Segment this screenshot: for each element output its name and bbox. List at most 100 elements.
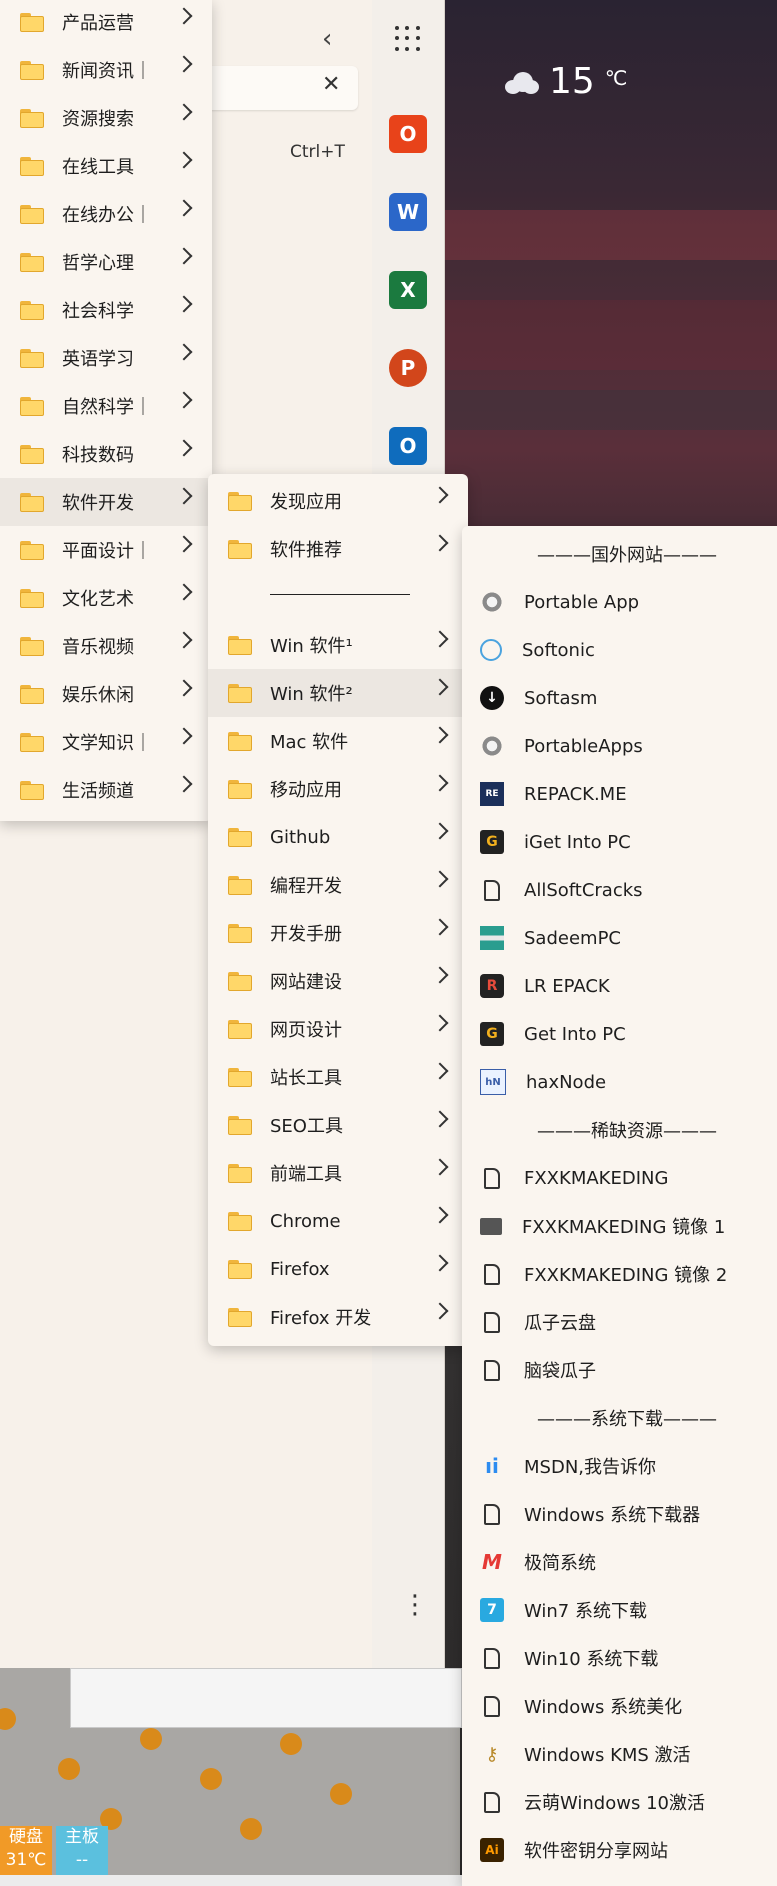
section-heading: ———国外网站——— [537,545,717,566]
menu-item-bottom-2[interactable]: Mac 软件 [208,717,468,765]
bookmark-link-20[interactable]: Win10 系统下载 [462,1634,777,1682]
bookmark-link-23[interactable]: 云萌Windows 10激活 [462,1778,777,1826]
menu-item-4[interactable]: 在线办公｜ [0,190,212,238]
back-chevron-icon[interactable]: ‹ [322,24,332,54]
menu-item-bottom-14[interactable]: Firefox 开发 [208,1293,468,1341]
bookmark-link-7[interactable]: SadeemPC [462,914,777,962]
menu-item-bottom-3[interactable]: 移动应用 [208,765,468,813]
menu-item-13[interactable]: 音乐视频 [0,622,212,670]
word-icon[interactable]: W [389,193,427,231]
haxnode-icon: hN [480,1069,506,1095]
menu-item-bottom-13[interactable]: Firefox [208,1245,468,1293]
bookmark-link-10[interactable]: hN haxNode [462,1058,777,1106]
bookmark-link-13[interactable]: FXXKMAKEDING 镜像 2 [462,1250,777,1298]
folder-icon [228,1259,252,1279]
page-icon [484,1167,500,1189]
chevron-right-icon [175,391,193,409]
menu-item-8[interactable]: 自然科学｜ [0,382,212,430]
menu-item-6[interactable]: 社会科学 [0,286,212,334]
menu-item-2[interactable]: 资源搜索 [0,94,212,142]
key-icon: ⚷ [485,1743,499,1765]
bookmark-link-12[interactable]: FXXKMAKEDING 镜像 1 [462,1202,777,1250]
menu-item-bottom-7[interactable]: 网站建设 [208,957,468,1005]
menu-item-9[interactable]: 科技数码 [0,430,212,478]
folder-icon [20,684,44,704]
weather-widget[interactable]: 15 ℃ [505,60,627,104]
chevron-right-icon [175,775,193,793]
menu-item-1[interactable]: 新闻资讯｜ [0,46,212,94]
menu-item-0[interactable]: 产品运营 [0,0,212,46]
excel-icon[interactable]: X [389,271,427,309]
close-icon[interactable]: ✕ [322,72,340,97]
bookmark-link-3[interactable]: PortableApps [462,722,777,770]
page-icon [484,1791,500,1813]
menu-item-5[interactable]: 哲学心理 [0,238,212,286]
menu-item-12[interactable]: 文化艺术 [0,574,212,622]
menu-item-bottom-11[interactable]: 前端工具 [208,1149,468,1197]
menu-item-bottom-4[interactable]: Github [208,813,468,861]
menu-item-16[interactable]: 生活频道 [0,766,212,814]
apps-grid-icon[interactable] [395,26,421,52]
folder-icon [20,636,44,656]
bookmark-link-1[interactable]: Softonic [462,626,777,674]
menu-item-15[interactable]: 文学知识｜ [0,718,212,766]
page-icon [484,1695,500,1717]
bookmark-link-0[interactable]: Portable App [462,578,777,626]
menu-item-label: 文化艺术 [62,589,134,610]
menu-item-7[interactable]: 英语学习 [0,334,212,382]
menu-item-label: 哲学心理 [62,253,134,274]
bookmark-link-4[interactable]: RE REPACK.ME [462,770,777,818]
bookmark-link-21[interactable]: Windows 系统美化 [462,1682,777,1730]
menu-item-bottom-9[interactable]: 站长工具 [208,1053,468,1101]
office-icon[interactable]: O [389,115,427,153]
chevron-right-icon [175,151,193,169]
menu-item-label: 站长工具 [270,1068,342,1089]
bookmark-link-17[interactable]: Windows 系统下载器 [462,1490,777,1538]
menu-item-10[interactable]: 软件开发 [0,478,212,526]
bookmark-link-5[interactable]: GiGet Into PC [462,818,777,866]
bookmark-link-14[interactable]: 瓜子云盘 [462,1298,777,1346]
chevron-right-icon [431,1302,449,1320]
outlook-icon[interactable]: O [389,427,427,465]
menu-item-label: 生活频道 [62,781,134,802]
menu-item-label: 移动应用 [270,780,342,801]
menu-item-bottom-8[interactable]: 网页设计 [208,1005,468,1053]
menu-item-11[interactable]: 平面设计｜ [0,526,212,574]
menu-item-bottom-5[interactable]: 编程开发 [208,861,468,909]
menu-item-3[interactable]: 在线工具 [0,142,212,190]
menu-item-bottom-10[interactable]: SEO工具 [208,1101,468,1149]
menu-item-label: Firefox [270,1258,330,1280]
menu-item-14[interactable]: 娱乐休闲 [0,670,212,718]
chevron-right-icon [175,535,193,553]
bookmark-link-9[interactable]: G Get Into PC [462,1010,777,1058]
menu-item-label: 资源搜索 [62,109,134,130]
bookmark-link-15[interactable]: 脑袋瓜子 [462,1346,777,1394]
folder-icon [228,923,252,943]
bookmark-link-6[interactable]: AllSoftCracks [462,866,777,914]
menu-item-label: 网页设计 [270,1020,342,1041]
menu-item-bottom-6[interactable]: 开发手册 [208,909,468,957]
bookmark-link-16[interactable]: ıi MSDN,我告诉你 [462,1442,777,1490]
folder-icon [228,731,252,751]
bookmark-link-11[interactable]: FXXKMAKEDING [462,1154,777,1202]
bookmark-link-2[interactable]: ↓ Softasm [462,674,777,722]
menu-item-bottom-0[interactable]: Win 软件¹ [208,621,468,669]
bookmark-link-18[interactable]: M 极简系统 [462,1538,777,1586]
menu-item-bottom-1[interactable]: Win 软件² [208,669,468,717]
bookmark-label: Softonic [522,639,595,661]
folder-icon [20,12,44,32]
chevron-right-icon [175,439,193,457]
bookmark-link-24[interactable]: Ai 软件密钥分享网站 [462,1826,777,1874]
bookmark-link-8[interactable]: R LR EPACK [462,962,777,1010]
bookmark-link-19[interactable]: 7 Win7 系统下载 [462,1586,777,1634]
more-options-icon[interactable]: ⋮ [402,1592,428,1618]
powerpoint-icon[interactable]: P [389,349,427,387]
menu-item-label: 科技数码 [62,445,134,466]
folder-icon [20,732,44,752]
folder-icon [20,300,44,320]
menu-item-top-1[interactable]: 软件推荐 [208,525,468,573]
bookmark-link-22[interactable]: ⚷ Windows KMS 激活 [462,1730,777,1778]
disk-label: 硬盘 [9,1827,43,1847]
menu-item-top-0[interactable]: 发现应用 [208,477,468,525]
menu-item-bottom-12[interactable]: Chrome [208,1197,468,1245]
